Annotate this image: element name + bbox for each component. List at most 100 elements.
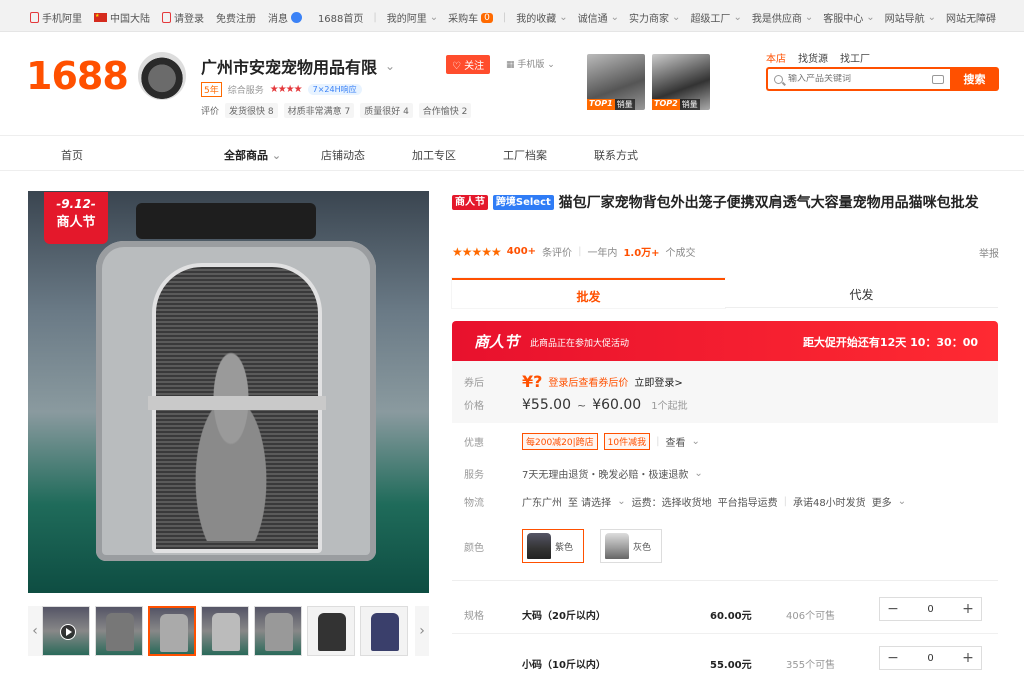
camera-icon[interactable] [932,74,944,84]
nav-link-supplier[interactable]: 我是供应商 ⌄ [752,10,813,25]
chevron-down-icon: ⌄ [271,149,282,162]
discount-tag[interactable]: 每200减20|跨店 [522,432,598,450]
logistics-more[interactable]: 更多 [872,494,892,509]
login-now-link[interactable]: 立即登录> [634,374,682,389]
follow-button[interactable]: ♡ 关注 [446,55,491,74]
mobile-shop-link[interactable]: ▦ 手机版 ⌄ [506,57,555,70]
thumbnail[interactable] [95,606,143,656]
cat-image [176,351,286,541]
region-selector[interactable]: 中国大陆 [94,10,150,25]
minus-button[interactable]: − [880,650,906,666]
chevron-down-icon: ⌄ [559,12,568,23]
thumbnail[interactable] [201,606,249,656]
search-tab-shop[interactable]: 本店 [766,50,786,65]
nav-item-factory[interactable]: 工厂档案 [503,147,547,163]
shop-rating-stars: ★★★★ [269,84,303,95]
size-row-large: 规格 大码（20斤以内） 60.00元 406个可售 − 0 + [452,595,998,635]
top-product-2[interactable]: TOP2 销量 [652,54,710,110]
mobile-link[interactable]: 手机阿里 [30,10,82,25]
coupon-login-hint[interactable]: 登录后查看券后价 [548,374,628,389]
coupon-price: ¥? 登录后查看券后价 立即登录> [522,372,683,391]
chevron-down-icon: ⌄ [672,12,681,23]
promo-corner-badge: -9.12- 商人节 [44,192,108,244]
thumbnail-active[interactable] [148,606,196,656]
color-option-gray[interactable]: 灰色 [600,529,662,563]
search-input[interactable] [788,74,918,84]
nav-link-merchants[interactable]: 实力商家 ⌄ [629,10,680,25]
nav-link-cart[interactable]: 采购车 0 [448,10,493,25]
tab-wholesale[interactable]: 批发 [452,278,725,308]
nav-link-favorites[interactable]: 我的收藏 ⌄ [516,10,567,25]
product-main-image[interactable] [28,191,429,593]
search-tab-source[interactable]: 找货源 [798,50,828,65]
top-bar: 手机阿里 中国大陆 请登录 免费注册 消息 1688首页 | 我的阿里⌄ 采购车… [0,0,1024,32]
nav-link-my-ali[interactable]: 我的阿里 ⌄ [387,10,438,25]
chevron-down-icon: ⌄ [897,495,907,507]
shop-eval: 评价 发货很快 8 材质非常满意 7 质量很好 4 合作愉快 2 [201,103,472,118]
thumbnail-video[interactable] [42,606,90,656]
search-button[interactable]: 搜索 [950,67,999,91]
eval-tag: 合作愉快 2 [418,103,472,118]
chevron-right-icon[interactable]: › [415,606,429,656]
plus-button[interactable]: + [955,601,981,617]
chevron-down-icon: ⌄ [694,467,703,479]
shop-meta: 5年 综合服务 ★★★★ 7×24H响应 [201,82,362,97]
select-tag: 跨境Select [492,195,554,210]
quantity-stepper: − 0 + [879,597,982,621]
shop-name[interactable]: 广州市安宠宠物用品有限 ⌄ [201,54,395,78]
report-link[interactable]: 举报 [979,245,999,260]
shop-avatar[interactable] [138,52,186,100]
top-product-1[interactable]: TOP1 销量 [587,54,645,110]
chevron-left-icon[interactable]: ‹ [28,606,42,656]
shop-header: 1688 广州市安宠宠物用品有限 ⌄ 5年 综合服务 ★★★★ 7×24H响应 评… [0,32,1024,136]
site-logo[interactable]: 1688 [26,54,129,98]
message-link[interactable]: 消息 [268,10,302,25]
eval-tag: 材质非常满意 7 [283,103,355,118]
chevron-down-icon: ⌄ [804,12,814,23]
message-icon [291,12,302,23]
nav-link-sitemap[interactable]: 网站导航 ⌄ [885,10,936,25]
nav-link-factory[interactable]: 超级工厂 ⌄ [690,10,741,25]
nav-link-trust[interactable]: 诚信通 ⌄ [578,10,619,25]
nav-link-service[interactable]: 客服中心 ⌄ [823,10,874,25]
search-tab-factory[interactable]: 找工厂 [840,50,870,65]
thumbnail[interactable] [360,606,408,656]
nav-item-processing[interactable]: 加工专区 [412,147,456,163]
divider [452,580,998,581]
quantity-value[interactable]: 0 [906,653,955,664]
thumbnail[interactable] [307,606,355,656]
response-badge: 7×24H响应 [307,84,362,95]
nav-link-home[interactable]: 1688首页 [318,10,363,25]
thumbnail-strip: ‹ › [28,606,429,656]
top-bar-right: 1688首页 | 我的阿里 ⌄ 采购车 0 | 我的收藏 ⌄ 诚信通 ⌄ 实力商家 ⌄ 超… [317,10,996,25]
pet-carrier-image [96,241,376,561]
destination-selector[interactable]: 至 请选择 [568,494,611,509]
nav-item-updates[interactable]: 店铺动态 [321,147,365,163]
shop-nav: 首页 全部商品 ⌄ 店铺动态 加工专区 工厂档案 联系方式 [0,137,1024,171]
thumbnail[interactable] [254,606,302,656]
play-icon [60,624,76,640]
plus-button[interactable]: + [955,650,981,666]
nav-item-all-products[interactable]: 全部商品 ⌄ [224,147,281,163]
min-order: 1个起批 [651,401,688,412]
chevron-down-icon: ⌄ [733,12,742,23]
color-option-purple[interactable]: 紫色 [522,529,584,563]
discount-more[interactable]: 查看 [666,434,686,449]
quantity-value[interactable]: 0 [906,604,955,615]
product-title: 商人节 跨境Select 猫包厂家宠物背包外出笼子便携双肩透气大容量宠物用品猫咪… [452,192,998,215]
register-link[interactable]: 免费注册 [216,10,256,25]
chevron-down-icon: ⌄ [691,435,700,447]
discount-tag[interactable]: 10件减我 [603,432,651,450]
chevron-down-icon: ⌄ [866,12,875,23]
minus-button[interactable]: − [880,601,906,617]
chevron-down-icon: ⌄ [385,59,396,73]
search-box [766,67,950,91]
nav-link-accessibility[interactable]: 网站无障碍 [946,10,996,25]
nav-item-home[interactable]: 首页 [61,147,83,163]
review-count[interactable]: 400+ [507,246,536,257]
eval-tag: 质量很好 4 [360,103,413,118]
tab-dropship[interactable]: 代发 [725,278,998,308]
login-link[interactable]: 请登录 [162,10,204,25]
chevron-down-icon: ⌄ [610,12,620,23]
nav-item-contact[interactable]: 联系方式 [594,147,638,163]
